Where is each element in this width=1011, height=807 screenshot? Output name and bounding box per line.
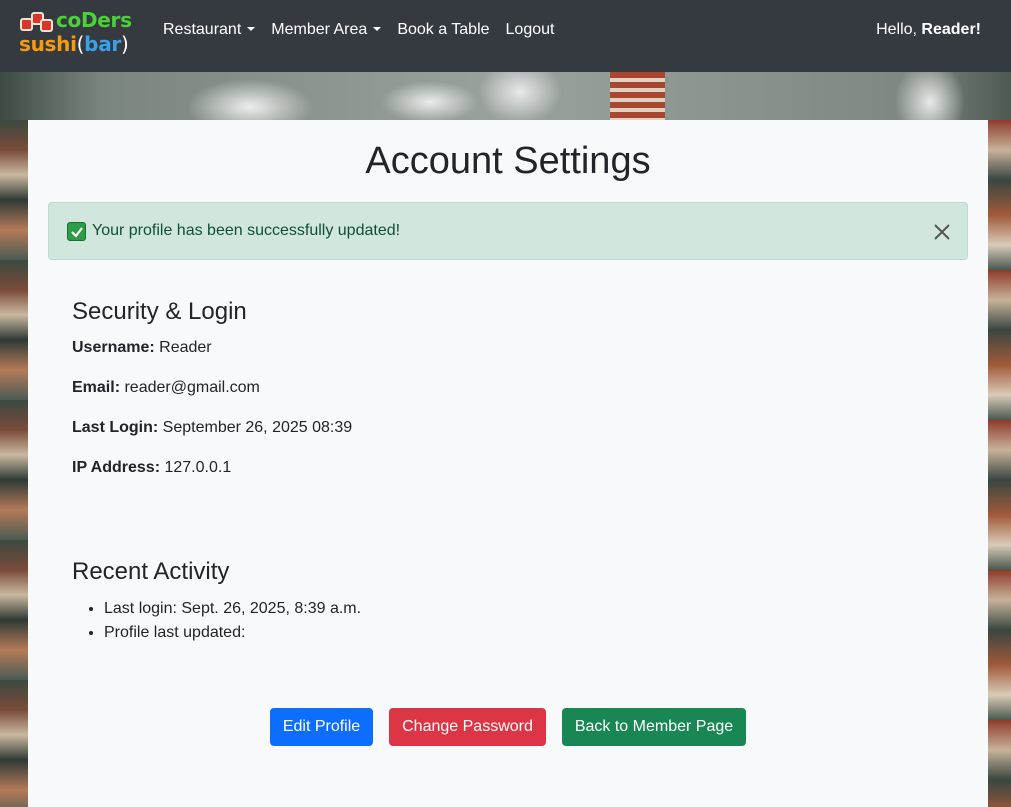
change-password-button[interactable]: Change Password xyxy=(389,708,546,746)
user-greeting: Hello, Reader! xyxy=(876,21,981,38)
close-icon[interactable] xyxy=(931,221,953,243)
navbar: coDers sushi(bar) Restaurant Member Area… xyxy=(0,0,1011,72)
recent-activity-title: Recent Activity xyxy=(72,558,230,585)
background-tower xyxy=(610,72,665,120)
nav-member-area-dropdown[interactable]: Member Area xyxy=(263,0,389,60)
nav-restaurant-dropdown[interactable]: Restaurant xyxy=(155,0,263,60)
back-to-member-page-button[interactable]: Back to Member Page xyxy=(562,708,746,746)
ip-address-value: 127.0.0.1 xyxy=(164,459,232,476)
ip-address-row: IP Address: 127.0.0.1 xyxy=(72,459,232,476)
email-value: reader@gmail.com xyxy=(124,379,260,396)
user-name: Reader! xyxy=(921,21,981,38)
main-nav: Restaurant Member Area Book a Table Logo… xyxy=(155,0,562,60)
checkmark-icon xyxy=(67,222,86,241)
account-settings-card: Account Settings Your profile has been s… xyxy=(28,120,988,807)
caret-down-icon xyxy=(247,27,256,31)
nav-book-table[interactable]: Book a Table xyxy=(389,0,497,60)
username-value: Reader xyxy=(159,339,212,356)
list-item: Last login: Sept. 26, 2025, 8:39 a.m. xyxy=(104,597,361,621)
success-alert: Your profile has been successfully updat… xyxy=(48,202,968,260)
list-item: Profile last updated: xyxy=(104,621,361,645)
nav-logout[interactable]: Logout xyxy=(498,0,563,60)
alert-message: Your profile has been successfully updat… xyxy=(92,222,401,239)
username-row: Username: Reader xyxy=(72,339,212,356)
background-left-strip xyxy=(0,120,28,807)
edit-profile-button[interactable]: Edit Profile xyxy=(270,708,373,746)
brand-line2: sushi(bar) xyxy=(19,32,129,56)
last-login-row: Last Login: September 26, 2025 08:39 xyxy=(72,419,353,436)
page-title: Account Settings xyxy=(365,140,651,182)
email-row: Email: reader@gmail.com xyxy=(72,379,260,396)
brand-line1: coDers xyxy=(56,8,132,32)
background-right-strip xyxy=(988,120,1011,807)
security-section-title: Security & Login xyxy=(72,298,247,325)
recent-activity-list: Last login: Sept. 26, 2025, 8:39 a.m. Pr… xyxy=(104,597,361,645)
caret-down-icon xyxy=(373,27,382,31)
last-login-value: September 26, 2025 08:39 xyxy=(162,419,353,436)
brand-logo[interactable]: coDers sushi(bar) xyxy=(18,6,140,58)
